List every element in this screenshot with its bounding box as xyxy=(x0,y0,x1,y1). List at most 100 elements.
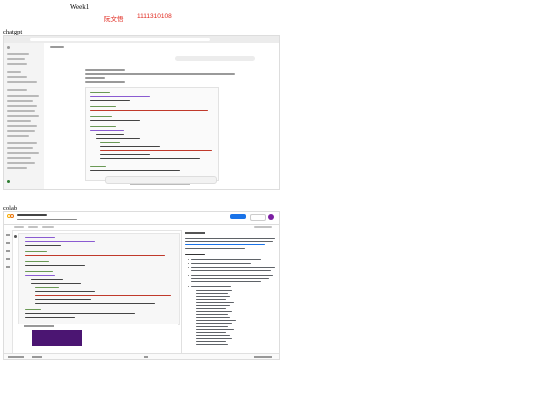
panel-list-item xyxy=(196,293,228,295)
code-line xyxy=(25,309,41,311)
panel-text xyxy=(185,241,273,243)
code-line xyxy=(25,241,95,243)
colab-left-rail xyxy=(4,230,13,354)
code-line xyxy=(96,134,124,136)
disclaimer-text xyxy=(130,184,190,186)
sidebar-row xyxy=(7,76,27,78)
code-line xyxy=(96,138,140,140)
code-line xyxy=(90,110,208,112)
code-line xyxy=(90,106,116,108)
code-line xyxy=(31,279,63,281)
code-icon xyxy=(6,250,10,252)
panel-list-item xyxy=(196,338,232,340)
code-line xyxy=(35,291,95,293)
panel-list-item xyxy=(196,290,232,292)
colab-screenshot xyxy=(3,211,280,360)
code-line xyxy=(100,150,212,152)
key-icon xyxy=(6,258,10,260)
panel-text xyxy=(191,286,231,288)
code-line xyxy=(25,317,75,319)
panel-text xyxy=(191,281,261,283)
panel-list-item xyxy=(196,344,228,346)
student-id: 1111310108 xyxy=(137,13,172,20)
chatgpt-conversation xyxy=(45,43,279,189)
code-line xyxy=(100,158,200,160)
sidebar-row xyxy=(7,63,27,65)
sidebar-row xyxy=(7,105,37,107)
response-text xyxy=(85,81,125,83)
code-line xyxy=(25,271,53,273)
code-line xyxy=(25,261,49,263)
panel-text xyxy=(191,259,261,261)
code-line xyxy=(90,130,124,132)
sidebar-row xyxy=(7,157,31,159)
message-composer xyxy=(105,176,217,184)
panel-text xyxy=(191,275,273,277)
code-line xyxy=(90,92,110,94)
panel-text xyxy=(191,278,269,280)
panel-title xyxy=(185,232,205,234)
toolbar-chip xyxy=(42,225,54,228)
panel-text xyxy=(191,263,251,265)
sidebar-row xyxy=(7,95,39,97)
gemini-side-panel xyxy=(181,230,279,354)
share-button xyxy=(230,214,246,219)
panel-list-item xyxy=(196,308,226,310)
code-line xyxy=(25,251,47,253)
gemini-button xyxy=(250,214,266,221)
browser-toolbar xyxy=(4,36,279,43)
code-line xyxy=(25,245,61,247)
code-line xyxy=(25,255,165,257)
status-text xyxy=(144,356,148,358)
status-text xyxy=(254,356,272,358)
output-image xyxy=(32,330,82,346)
panel-link xyxy=(185,244,265,246)
avatar xyxy=(268,213,274,220)
colab-logo-icon xyxy=(7,214,14,218)
code-line xyxy=(100,142,120,144)
panel-list-item xyxy=(196,341,226,343)
panel-list-item xyxy=(196,332,226,334)
code-line xyxy=(35,299,91,301)
status-text xyxy=(32,356,42,358)
response-text xyxy=(85,77,105,79)
panel-list-item xyxy=(196,314,228,316)
notebook-title xyxy=(17,214,47,216)
toolbar-chip xyxy=(28,225,38,228)
folder-icon xyxy=(6,266,10,268)
search-icon xyxy=(6,242,10,244)
code-line xyxy=(25,237,55,239)
code-line xyxy=(25,275,55,277)
model-selector xyxy=(50,46,64,48)
sidebar-row xyxy=(7,130,35,132)
user-message-bubble xyxy=(175,56,255,61)
panel-list-item xyxy=(196,302,234,304)
sidebar-row xyxy=(7,58,25,60)
week-title: Week1 xyxy=(70,3,90,11)
code-line xyxy=(35,303,155,305)
code-line xyxy=(25,313,135,315)
bullet-icon xyxy=(188,267,190,269)
code-line xyxy=(90,126,116,128)
sidebar-row xyxy=(7,120,31,122)
bullet-icon xyxy=(188,286,190,288)
sidebar-row xyxy=(7,147,33,149)
chatgpt-sidebar xyxy=(4,43,44,189)
code-line xyxy=(90,170,180,172)
code-line xyxy=(100,154,150,156)
code-cell xyxy=(18,233,180,325)
notebook-menu xyxy=(17,219,77,221)
sidebar-row xyxy=(7,89,27,91)
sidebar-row xyxy=(7,81,37,83)
sidebar-row xyxy=(7,142,37,144)
panel-list-item xyxy=(196,317,230,319)
response-text xyxy=(85,73,235,75)
panel-text xyxy=(191,270,271,272)
sidebar-row xyxy=(7,100,33,102)
panel-list-item xyxy=(196,335,230,337)
menu-icon xyxy=(6,234,10,236)
sidebar-row xyxy=(7,152,39,154)
sidebar-row xyxy=(7,115,39,117)
toolbar-chip xyxy=(14,225,24,228)
panel-list-item xyxy=(196,323,232,325)
